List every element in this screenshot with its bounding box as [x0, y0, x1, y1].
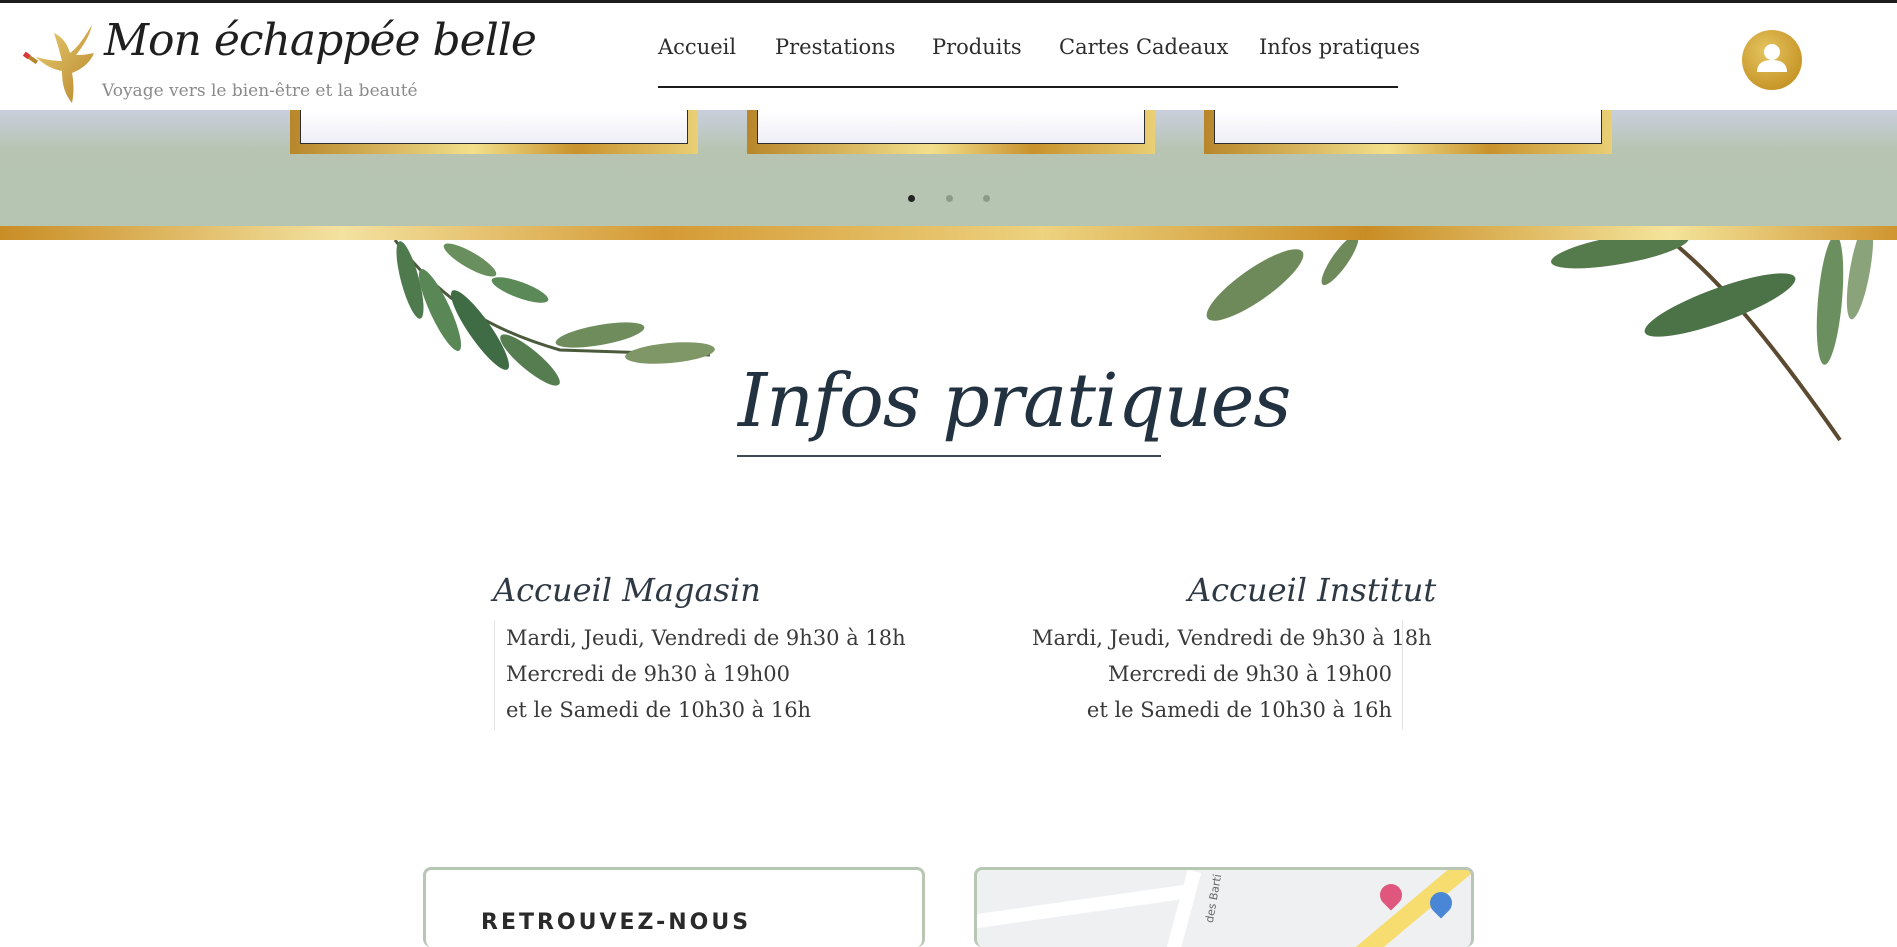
hummingbird-logo-icon[interactable]	[22, 23, 100, 105]
account-button[interactable]	[1742, 30, 1802, 90]
leaf-branch-left-icon	[393, 240, 715, 386]
carousel-dot-3[interactable]	[983, 195, 990, 202]
carousel-dot-1[interactable]	[908, 195, 915, 202]
nav-item-produits[interactable]: Produits	[932, 35, 1022, 59]
map-road-main	[1329, 870, 1471, 947]
magasin-hours: Mardi, Jeudi, Vendredi de 9h30 à 18h Mer…	[494, 620, 906, 730]
magasin-title: Accueil Magasin	[493, 571, 761, 609]
nav-item-prestations[interactable]: Prestations	[775, 35, 895, 59]
hours-line: Mardi, Jeudi, Vendredi de 9h30 à 18h	[1032, 626, 1432, 650]
institut-title: Accueil Institut	[1188, 571, 1437, 609]
leaf-branch-center-icon	[1206, 240, 1359, 321]
map-street-label: des Barti	[1202, 873, 1225, 924]
map-road	[977, 884, 1187, 930]
nav-item-infos-pratiques[interactable]: Infos pratiques	[1259, 35, 1420, 59]
hours-line: et le Samedi de 10h30 à 16h	[1086, 698, 1392, 722]
hours-line: Mardi, Jeudi, Vendredi de 9h30 à 18h	[506, 626, 906, 650]
brand-title[interactable]: Mon échappée belle	[104, 15, 537, 66]
hours-line: Mercredi de 9h30 à 19h00	[1107, 662, 1392, 686]
carousel-card-2[interactable]	[747, 110, 1155, 154]
gold-divider	[0, 226, 1897, 240]
contact-heading: RETROUVEZ-NOUS	[481, 910, 752, 935]
carousel-card-3[interactable]	[1204, 110, 1612, 154]
main-nav: Accueil Prestations Produits Cartes Cade…	[658, 35, 1420, 91]
card-inner	[1214, 110, 1602, 144]
map-road	[1166, 870, 1202, 947]
hours-line: Mercredi de 9h30 à 19h00	[506, 662, 791, 686]
nav-item-cartes-cadeaux[interactable]: Cartes Cadeaux	[1059, 35, 1228, 59]
site-header: Mon échappée belle Voyage vers le bien-ê…	[0, 3, 1897, 110]
card-inner	[757, 110, 1145, 144]
nav-underline	[658, 86, 1398, 88]
user-icon	[1757, 44, 1787, 72]
carousel-card-1[interactable]	[290, 110, 698, 154]
map-panel[interactable]: des Barti	[974, 867, 1474, 947]
carousel-dot-2[interactable]	[946, 195, 953, 202]
card-inner	[300, 110, 688, 144]
nav-item-accueil[interactable]: Accueil	[658, 35, 736, 59]
institut-hours: Mardi, Jeudi, Vendredi de 9h30 à 18h Mer…	[1032, 620, 1432, 730]
section-title: Infos pratiques	[738, 358, 1291, 444]
map-pin-hotel-icon[interactable]	[1375, 879, 1407, 911]
hours-line: et le Samedi de 10h30 à 16h	[506, 698, 812, 722]
carousel-dots	[0, 195, 1897, 205]
title-underline	[737, 455, 1161, 457]
contact-panel: RETROUVEZ-NOUS	[423, 867, 925, 947]
leaf-branch-right-icon	[1551, 240, 1874, 442]
brand-tagline: Voyage vers le bien-être et la beauté	[102, 81, 418, 101]
